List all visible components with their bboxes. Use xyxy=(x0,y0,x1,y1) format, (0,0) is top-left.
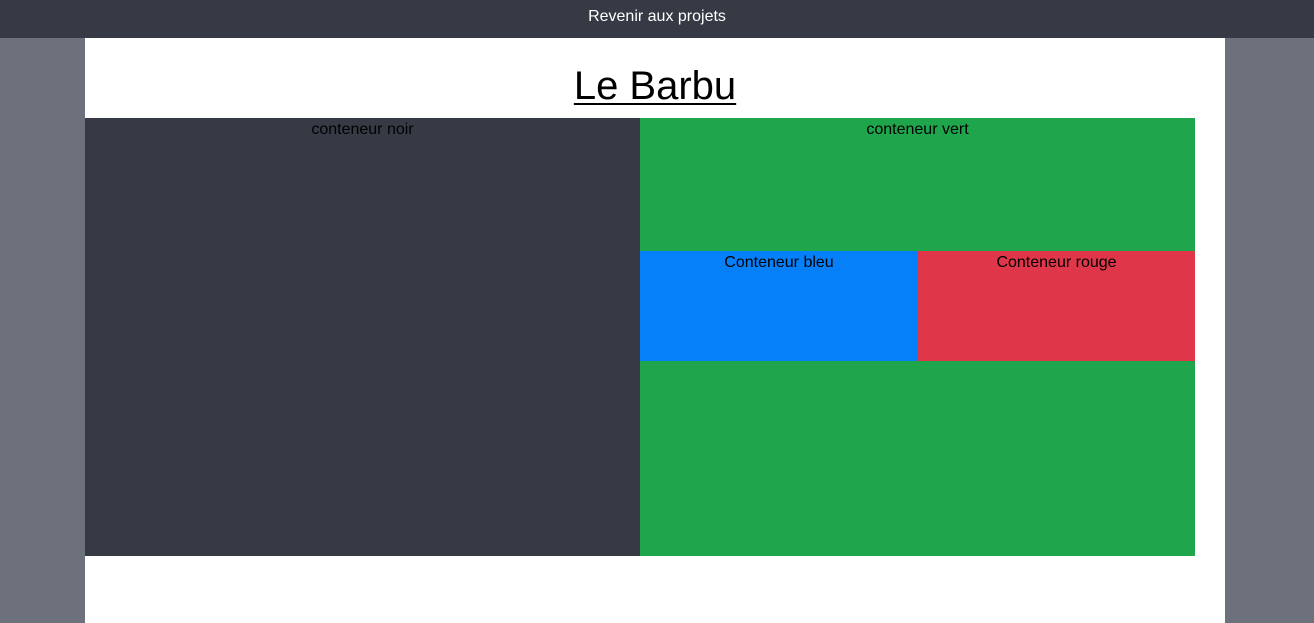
black-container: conteneur noir xyxy=(85,118,640,556)
inner-row: Conteneur bleu Conteneur rouge xyxy=(640,251,1195,361)
black-container-label: conteneur noir xyxy=(311,121,414,138)
page-content: Le Barbu conteneur noir conteneur vert C… xyxy=(85,38,1225,623)
page-title: Le Barbu xyxy=(573,64,737,108)
back-to-projects-link[interactable]: Revenir aux projets xyxy=(588,8,726,26)
blue-container: Conteneur bleu xyxy=(640,251,918,361)
green-container: conteneur vert Conteneur bleu Conteneur … xyxy=(640,118,1195,556)
red-container-label: Conteneur rouge xyxy=(996,254,1117,271)
green-container-label: conteneur vert xyxy=(866,121,969,138)
blue-container-label: Conteneur bleu xyxy=(724,254,834,271)
top-navbar: Revenir aux projets xyxy=(0,0,1314,38)
red-container: Conteneur rouge xyxy=(918,251,1195,361)
container-grid: conteneur noir conteneur vert Conteneur … xyxy=(85,118,1195,556)
